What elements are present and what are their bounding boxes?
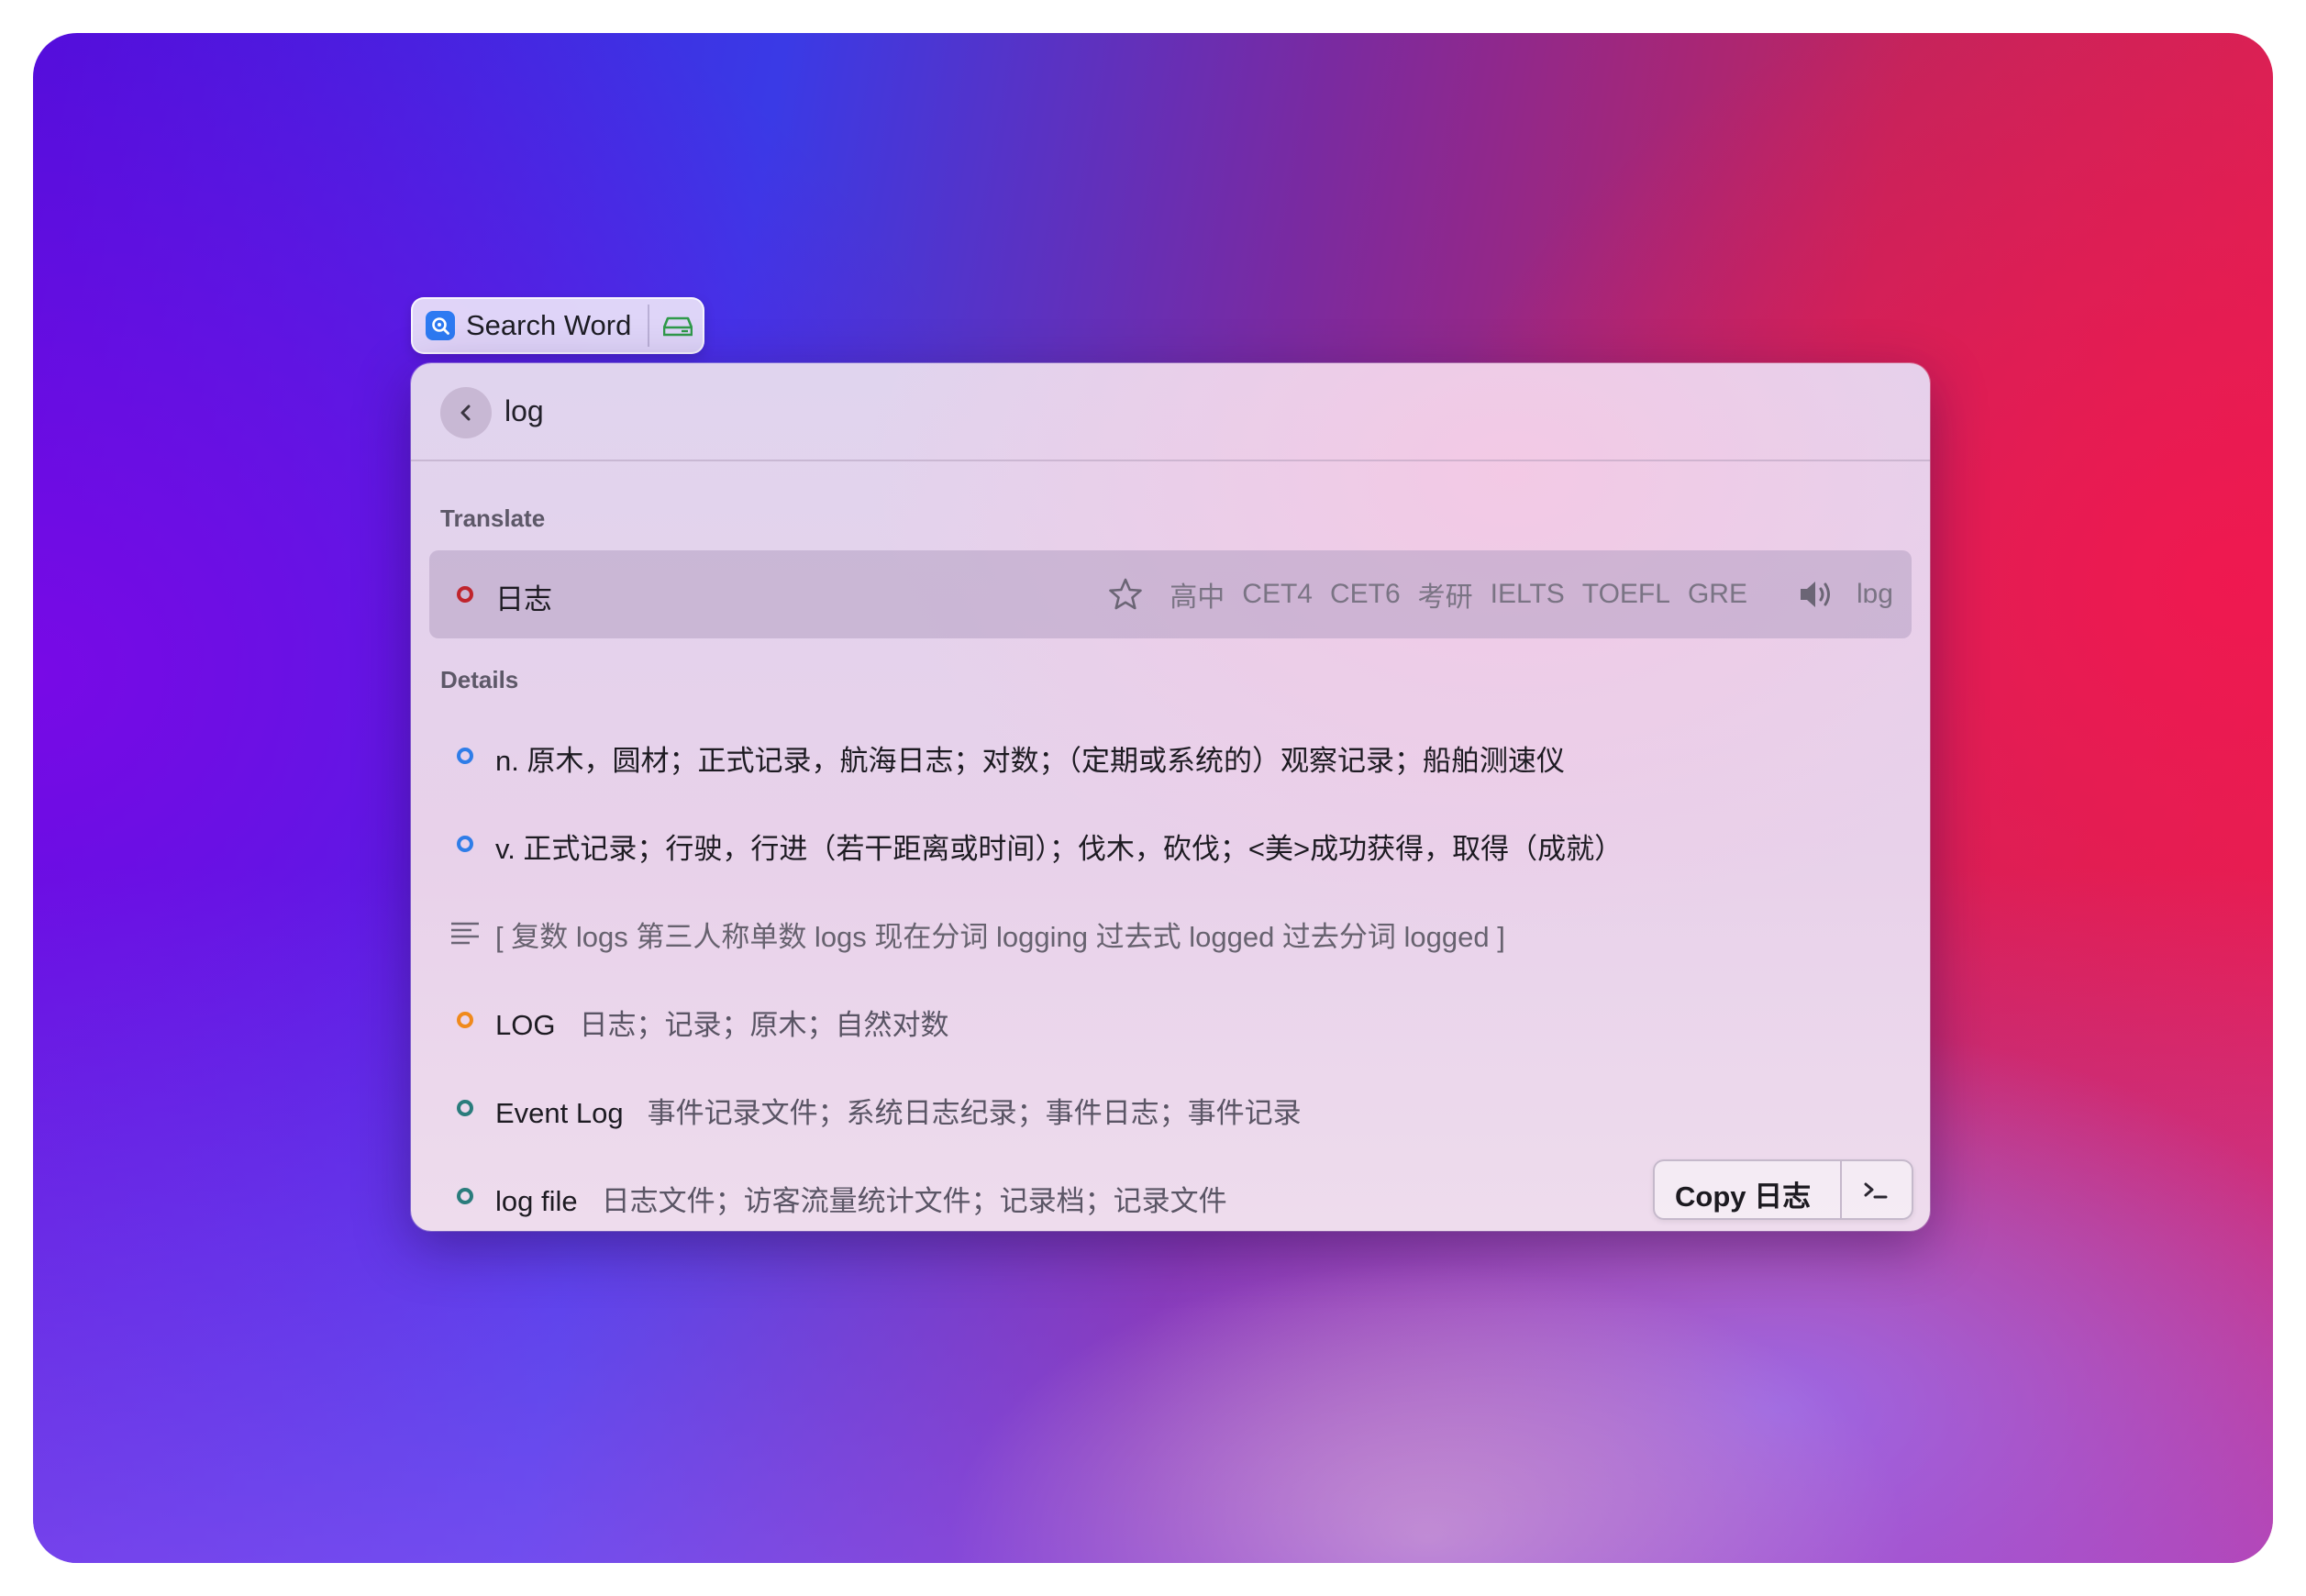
action-bar: Copy 日志 xyxy=(1653,1159,1913,1220)
command-chip[interactable]: Search Word xyxy=(411,297,704,354)
tag-gaozhong: 高中 xyxy=(1170,582,1225,613)
web-meaning: 事件记录文件；系统日志纪录；事件日志；事件记录 xyxy=(647,1097,1302,1129)
back-button[interactable] xyxy=(440,387,492,438)
tag-kaoyan: 考研 xyxy=(1417,582,1473,613)
web-meaning: 日志文件；访客流量统计文件；记录档；记录文件 xyxy=(601,1185,1227,1217)
translate-row[interactable]: 日志 高中 CET4 CET6 考研 IELTS TOEFL GRE lɒg xyxy=(429,550,1912,638)
detail-row-forms[interactable]: [ 复数 logs 第三人称单数 logs 现在分词 logging 过去式 l… xyxy=(429,888,1912,976)
text-lines-icon xyxy=(451,922,479,945)
tag-cet6: CET6 xyxy=(1329,579,1401,609)
action-divider xyxy=(1840,1161,1842,1218)
translate-accessories: 高中 CET4 CET6 考研 IELTS TOEFL GRE lɒg xyxy=(1107,550,1893,638)
speaker-icon[interactable] xyxy=(1798,576,1836,613)
detail-dot xyxy=(457,836,473,852)
detail-verb-text: v. 正式记录；行驶，行进（若干距离或时间）；伐木，砍伐；<美>成功获得，取得（… xyxy=(495,833,1624,865)
chevron-left-icon xyxy=(460,405,471,421)
web-dot xyxy=(457,1188,473,1204)
search-bar: log xyxy=(411,363,1930,460)
phonetic-text: lɒg xyxy=(1856,579,1893,609)
web-dot xyxy=(457,1012,473,1028)
web-word: LOG xyxy=(495,1009,556,1041)
detail-row-noun[interactable]: n. 原木，圆材；正式记录，航海日志；对数；（定期或系统的）观察记录；船舶测速仪 xyxy=(429,712,1912,800)
translate-dot xyxy=(457,586,473,603)
tag-cet4: CET4 xyxy=(1242,579,1313,609)
tag-ielts: IELTS xyxy=(1490,579,1565,609)
web-row-title: LOG 日志；记录；原木；自然对数 xyxy=(495,1002,948,1043)
search-divider xyxy=(411,460,1930,461)
section-title-translate: Translate xyxy=(440,504,546,532)
tag-toefl: TOEFL xyxy=(1581,579,1670,609)
web-word: Event Log xyxy=(495,1097,624,1129)
copy-button[interactable]: Copy 日志 xyxy=(1675,1173,1811,1214)
search-input[interactable]: log xyxy=(504,394,544,428)
web-meaning: 日志；记录；原木；自然对数 xyxy=(579,1009,949,1041)
command-title: Search Word xyxy=(466,309,632,341)
detail-dot xyxy=(457,748,473,764)
web-row-event-log[interactable]: Event Log 事件记录文件；系统日志纪录；事件日志；事件记录 xyxy=(429,1064,1912,1152)
star-icon[interactable] xyxy=(1107,576,1144,613)
drive-icon[interactable] xyxy=(659,310,697,343)
search-word-app-icon xyxy=(426,311,455,340)
web-row-log[interactable]: LOG 日志；记录；原木；自然对数 xyxy=(429,976,1912,1064)
web-dot xyxy=(457,1100,473,1116)
section-title-details: Details xyxy=(440,666,519,693)
web-row-title: log file 日志文件；访客流量统计文件；记录档；记录文件 xyxy=(495,1178,1227,1219)
detail-noun-text: n. 原木，圆材；正式记录，航海日志；对数；（定期或系统的）观察记录；船舶测速仪 xyxy=(495,745,1565,777)
web-row-title: Event Log 事件记录文件；系统日志纪录；事件日志；事件记录 xyxy=(495,1090,1302,1131)
detail-row-verb[interactable]: v. 正式记录；行驶，行进（若干距离或时间）；伐木，砍伐；<美>成功获得，取得（… xyxy=(429,800,1912,888)
tag-gre: GRE xyxy=(1687,579,1747,609)
dictionary-panel: log Translate 日志 高中 CET4 CET6 考研 IELTS T… xyxy=(411,363,1930,1231)
web-word: log file xyxy=(495,1185,578,1217)
word-forms-text: [ 复数 logs 第三人称单数 logs 现在分词 logging 过去式 l… xyxy=(495,921,1505,953)
translation-text: 日志 xyxy=(495,583,552,615)
chip-divider xyxy=(648,305,649,347)
terminal-icon[interactable] xyxy=(1857,1174,1897,1207)
